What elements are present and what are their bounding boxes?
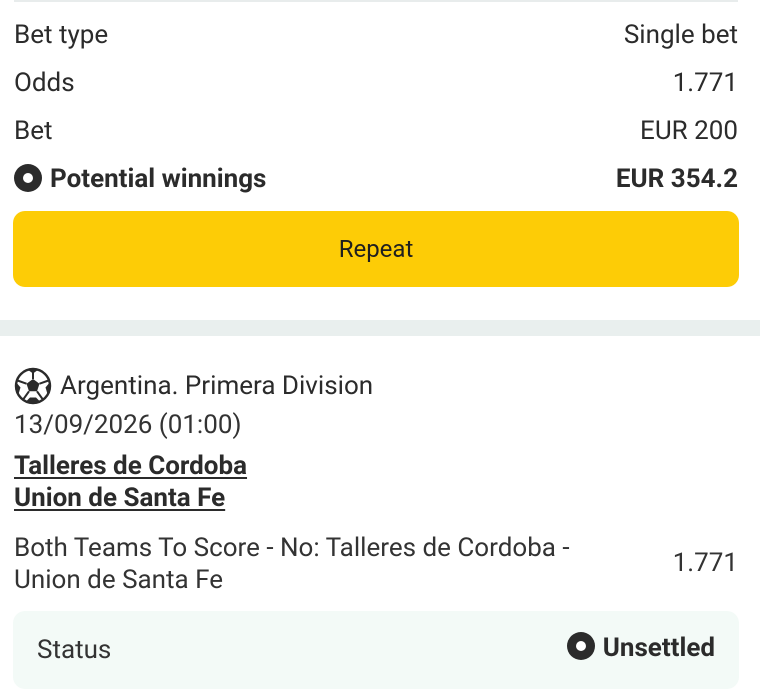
bet-type-label: Bet type <box>14 20 109 50</box>
potential-winnings-row: Potential winnings EUR 354.2 <box>14 161 738 197</box>
status-value: Unsettled <box>602 633 715 663</box>
divider <box>14 0 738 2</box>
potential-winnings-label: Potential winnings <box>50 163 267 194</box>
section-separator <box>0 320 760 336</box>
status-label: Status <box>37 635 112 665</box>
odds-label: Odds <box>14 68 75 98</box>
event-card: Argentina. Primera Division 13/09/2026 (… <box>0 336 760 689</box>
market-selection: Both Teams To Score - No: Talleres de Co… <box>14 533 570 595</box>
bet-amount-value: EUR 200 <box>640 116 738 146</box>
odds-row: Odds 1.771 <box>14 65 738 101</box>
bet-type-row: Bet type Single bet <box>14 17 738 53</box>
away-team-link[interactable]: Union de Santa Fe <box>14 483 225 513</box>
status-dot-icon <box>14 164 42 193</box>
status-box: Status Unsettled <box>13 611 739 689</box>
status-value-group: Unsettled <box>566 632 715 663</box>
home-team-link[interactable]: Talleres de Cordoba <box>14 451 247 481</box>
league-name: Argentina. Primera Division <box>60 371 374 401</box>
selection-odds: 1.771 <box>672 548 738 578</box>
potential-winnings-label-group: Potential winnings <box>14 164 266 194</box>
odds-value: 1.771 <box>672 68 738 98</box>
repeat-button[interactable]: Repeat <box>13 211 739 287</box>
status-dot-icon <box>566 632 595 660</box>
bet-amount-row: Bet EUR 200 <box>14 113 738 149</box>
event-datetime: 13/09/2026 (01:00) <box>14 410 242 440</box>
repeat-button-label: Repeat <box>338 235 414 263</box>
bet-amount-label: Bet <box>14 116 53 146</box>
bet-type-value: Single bet <box>623 20 738 50</box>
potential-winnings-value: EUR 354.2 <box>615 164 738 194</box>
soccer-ball-icon <box>14 367 52 405</box>
league-row: Argentina. Primera Division <box>14 366 373 406</box>
bet-summary-card: Bet type Single bet Odds 1.771 Bet EUR 2… <box>0 0 760 320</box>
